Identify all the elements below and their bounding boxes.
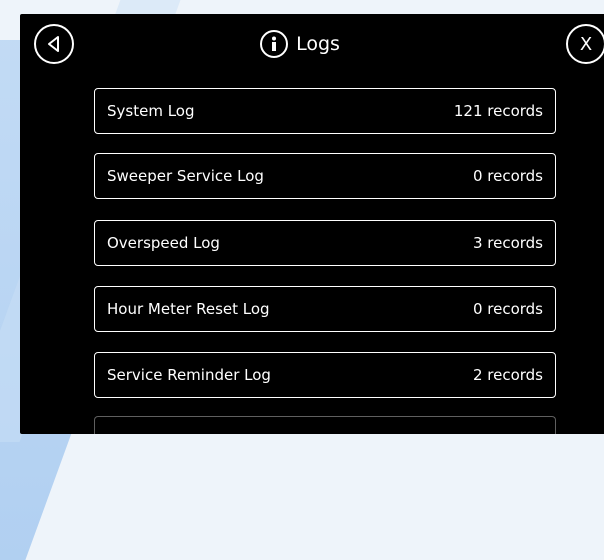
log-item-count: 2 records bbox=[472, 366, 543, 384]
log-item-count: 0 records bbox=[472, 300, 543, 318]
log-item-sweeper-service-log[interactable]: Sweeper Service Log 0 records bbox=[94, 153, 556, 199]
log-item-hour-meter-reset-log[interactable]: Hour Meter Reset Log 0 records bbox=[94, 286, 556, 332]
logs-screen: Logs X System Log 121 records Sweeper Se… bbox=[20, 14, 604, 434]
log-item-label: Overspeed Log bbox=[107, 234, 220, 252]
close-button[interactable]: X bbox=[566, 24, 604, 64]
page-header: Logs bbox=[20, 24, 580, 64]
log-item-system-log[interactable]: System Log 121 records bbox=[94, 88, 556, 134]
log-item-count: 3 records bbox=[472, 234, 543, 252]
log-item-count: 0 records bbox=[472, 167, 543, 185]
log-item-count: 121 records bbox=[453, 102, 543, 120]
close-icon: X bbox=[579, 33, 593, 55]
log-item-label: Sweeper Service Log bbox=[107, 167, 264, 185]
log-item-label: Hour Meter Reset Log bbox=[107, 300, 270, 318]
log-item-partially-visible[interactable] bbox=[94, 416, 556, 434]
log-item-label: Service Reminder Log bbox=[107, 366, 271, 384]
page-title: Logs bbox=[296, 33, 340, 55]
info-icon bbox=[260, 30, 289, 58]
log-item-label: System Log bbox=[107, 102, 195, 120]
log-item-overspeed-log[interactable]: Overspeed Log 3 records bbox=[94, 220, 556, 266]
log-item-service-reminder-log[interactable]: Service Reminder Log 2 records bbox=[94, 352, 556, 398]
